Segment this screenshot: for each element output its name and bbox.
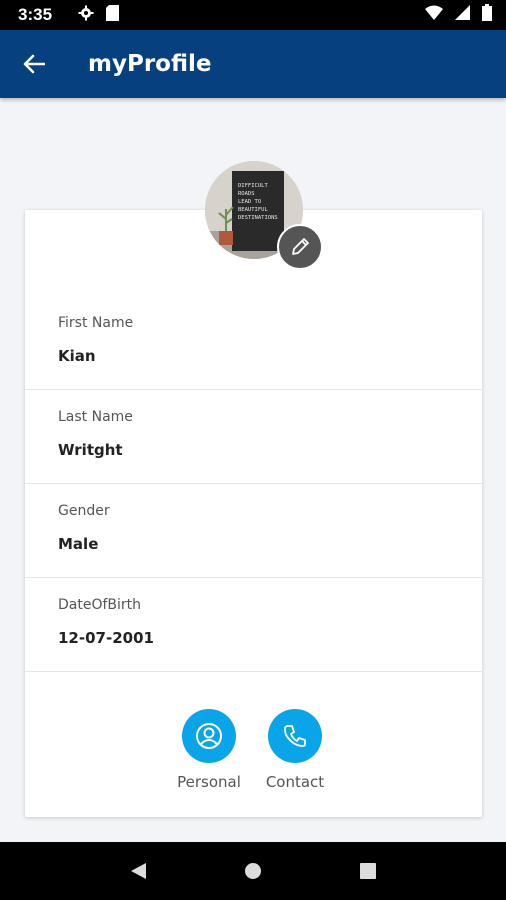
- person-icon: [196, 723, 222, 749]
- avatar-wrap: DIFFICULT ROADS LEAD TO BEAUTIFUL DESTIN…: [205, 161, 323, 270]
- nav-recents-button[interactable]: [348, 851, 388, 891]
- nav-home-button[interactable]: [233, 851, 273, 891]
- contact-label: Contact: [265, 773, 325, 791]
- field-date-of-birth: DateOfBirth 12-07-2001: [25, 578, 482, 672]
- signal-icon: [455, 5, 470, 25]
- status-bar: 3:35: [0, 0, 506, 30]
- field-last-name: Last Name Writght: [25, 390, 482, 484]
- wifi-icon: [425, 5, 443, 25]
- avatar-text-line: ROADS: [238, 191, 255, 197]
- avatar-text-line: BEAUTIFUL: [238, 207, 268, 213]
- avatar-text-line: DIFFICULT: [238, 183, 268, 189]
- personal-button[interactable]: Personal: [169, 709, 249, 791]
- recents-square-icon: [360, 863, 377, 879]
- status-left: 3:35: [18, 4, 120, 26]
- contact-button[interactable]: Contact: [255, 709, 335, 791]
- system-nav-bar: [0, 842, 506, 900]
- field-label: First Name: [58, 315, 134, 331]
- profile-card: First Name Kian Last Name Writght Gender…: [25, 210, 482, 817]
- arrow-left-icon: [23, 54, 45, 74]
- page-title: myProfile: [88, 51, 212, 77]
- status-right: [425, 4, 492, 26]
- field-gender: Gender Male: [25, 484, 482, 578]
- edit-avatar-button[interactable]: [277, 224, 323, 270]
- status-time: 3:35: [18, 5, 53, 24]
- gear-icon: [78, 5, 94, 26]
- personal-icon-circle[interactable]: [182, 709, 236, 763]
- field-label: Last Name: [58, 409, 133, 425]
- personal-label: Personal: [177, 773, 241, 791]
- battery-icon: [482, 4, 492, 26]
- field-first-name: First Name Kian: [25, 296, 482, 390]
- pencil-icon: [292, 238, 309, 255]
- app-bar: myProfile: [0, 30, 506, 98]
- contact-icon-circle[interactable]: [268, 709, 322, 763]
- field-value: Male: [58, 535, 99, 553]
- field-value: Writght: [58, 441, 123, 459]
- field-value: 12-07-2001: [58, 629, 154, 647]
- sd-card-icon: [106, 4, 120, 26]
- avatar-text-line: LEAD TO: [238, 199, 261, 205]
- field-value: Kian: [58, 347, 96, 365]
- field-label: DateOfBirth: [58, 597, 142, 613]
- nav-back-button[interactable]: [118, 851, 158, 891]
- back-triangle-icon: [130, 863, 146, 879]
- home-circle-icon: [244, 863, 261, 879]
- phone-icon: [284, 725, 306, 747]
- field-label: Gender: [58, 503, 110, 519]
- back-button[interactable]: [16, 46, 52, 82]
- avatar-text-line: DESTINATIONS: [238, 215, 278, 221]
